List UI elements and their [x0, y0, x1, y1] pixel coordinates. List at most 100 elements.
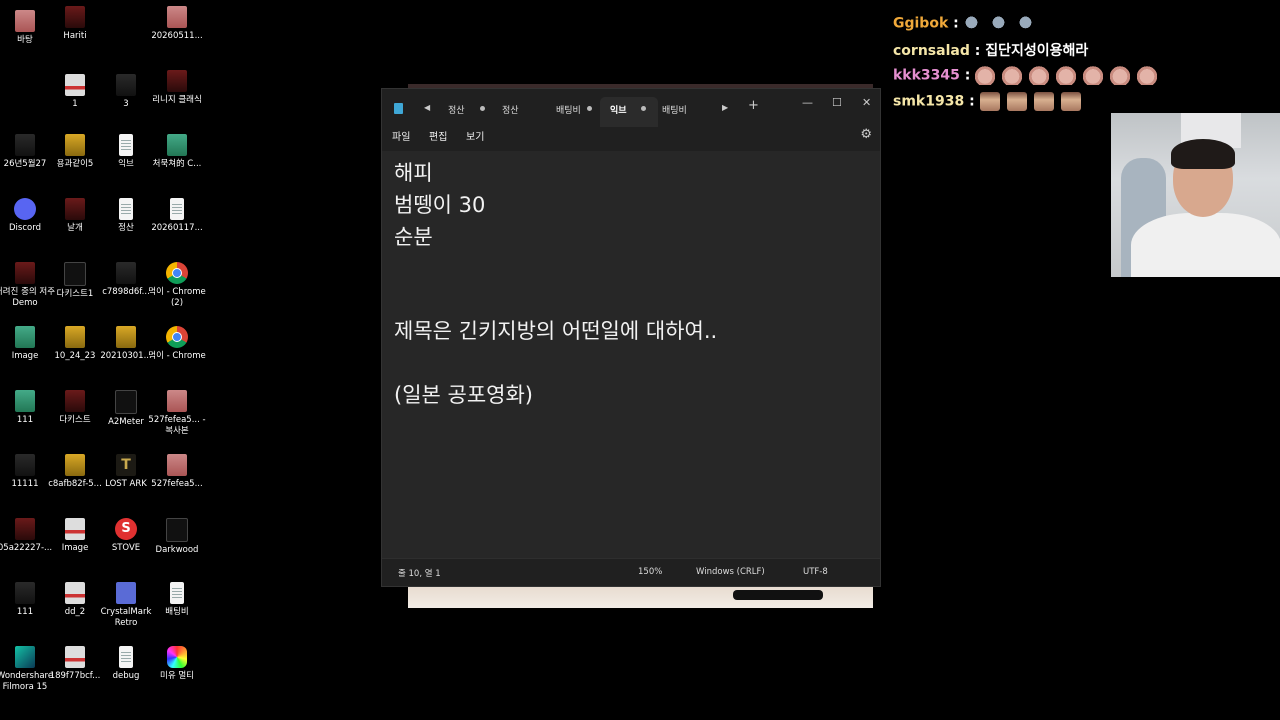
text-file-icon: [170, 582, 184, 604]
desktop-icon[interactable]: 미유 멀티: [145, 646, 209, 682]
image-icon: [64, 262, 86, 286]
cat-emote-icon: [1137, 66, 1158, 85]
face-emote-icon: [1060, 92, 1081, 111]
desktop-icon-label: 20260511...: [151, 31, 203, 41]
cat-emote-icon: [975, 66, 996, 85]
text-line: 범뗑이 30: [394, 193, 486, 217]
chat-message: cornsalad : 집단지성이용해라: [893, 40, 1088, 60]
text-file-icon: [119, 646, 133, 668]
close-icon[interactable]: ✕: [862, 96, 871, 109]
tab-2[interactable]: 정산: [502, 103, 519, 116]
bird-emote-icon: [960, 11, 987, 36]
image-icon: [65, 518, 85, 540]
tab-5[interactable]: 배팅비: [662, 103, 687, 116]
notepad-app-icon: [394, 103, 403, 114]
image-icon: [167, 390, 187, 412]
desktop-icon[interactable]: 배팅비: [145, 582, 209, 618]
chat-separator: :: [959, 67, 976, 84]
image-icon: [65, 646, 85, 668]
image-icon: [116, 326, 136, 348]
desktop-icon[interactable]: 먹이 - Chrome: [145, 326, 209, 362]
desktop-icon[interactable]: 20260117...: [145, 198, 209, 234]
image-icon: [116, 74, 136, 96]
webcam-person-hair: [1171, 139, 1235, 169]
minimize-icon[interactable]: —: [802, 96, 813, 109]
desktop-icon-label: 20260117...: [151, 223, 203, 233]
bird-emote-icon: [1014, 11, 1041, 36]
tab-4-active[interactable]: 익브: [610, 103, 627, 116]
line-ending[interactable]: Windows (CRLF): [696, 567, 765, 577]
chat-message: smk1938 :: [893, 92, 1088, 111]
image-icon: [116, 262, 136, 284]
desktop-icon-label: Hariti: [63, 31, 87, 41]
active-tab-bg: [600, 97, 658, 127]
tab-bar: ◀ 정산 정산 배팅비 익브 배팅비 ▶ + — ☐ ✕: [382, 89, 880, 127]
webcam-feed: [1111, 113, 1280, 277]
scroll-tabs-right-icon[interactable]: ▶: [722, 103, 728, 112]
desktop-icon[interactable]: 527fefea5...: [145, 454, 209, 490]
status-bar: 줄 10, 열 1 150% Windows (CRLF) UTF-8: [382, 558, 880, 586]
chat-username[interactable]: cornsalad: [893, 43, 970, 59]
image-icon: [65, 74, 85, 96]
encoding[interactable]: UTF-8: [803, 567, 828, 577]
chat-username[interactable]: smk1938: [893, 94, 964, 110]
chrome-icon: [166, 326, 188, 348]
desktop-icon[interactable]: Hariti: [43, 6, 107, 42]
image-icon: [15, 134, 35, 156]
game-icon: [166, 518, 188, 542]
stove-icon: S: [115, 518, 137, 540]
unsaved-dot-icon: [587, 106, 592, 111]
app-icon: [167, 646, 187, 668]
image-icon: [65, 326, 85, 348]
image-icon: [65, 198, 85, 220]
desktop-icon-label: 리니지 클래식: [152, 95, 202, 105]
chat-message: kkk3345 :: [893, 66, 1164, 85]
desktop-icon[interactable]: 먹이 - Chrome (2): [145, 262, 209, 309]
desktop-icon[interactable]: 리니지 클래식: [145, 70, 209, 106]
chrome-icon: [166, 262, 188, 284]
lost-ark-icon: T: [116, 454, 136, 476]
text-file-icon: [170, 198, 184, 220]
app-icon: [115, 390, 137, 414]
settings-gear-icon[interactable]: ⚙: [860, 127, 872, 142]
desktop-icon-label: 먹이 - Chrome (2): [148, 287, 206, 308]
desktop-icon-label: 배팅비: [165, 607, 189, 617]
menu-view[interactable]: 보기: [466, 128, 484, 143]
text-file-icon: [119, 198, 133, 220]
new-tab-icon[interactable]: +: [748, 98, 759, 113]
app-icon: [116, 582, 136, 604]
desktop-icon-label: 미유 멀티: [160, 671, 194, 681]
cat-emote-icon: [1029, 66, 1050, 85]
chat-separator: :: [969, 43, 986, 59]
maximize-icon[interactable]: ☐: [832, 96, 842, 109]
image-icon: [15, 390, 35, 412]
desktop-icon[interactable]: 20260511...: [145, 6, 209, 42]
text-line: 해피: [394, 161, 433, 185]
image-icon: [167, 454, 187, 476]
text-line: 순분: [394, 225, 433, 249]
chat-username[interactable]: Ggibok: [893, 16, 948, 32]
discord-icon: [14, 198, 36, 220]
text-file-icon: [119, 134, 133, 156]
cursor-position: 줄 10, 열 1: [398, 569, 441, 579]
cat-emote-icon: [1002, 66, 1023, 85]
tab-1[interactable]: 정산: [448, 103, 465, 116]
unsaved-dot-icon: [641, 106, 646, 111]
image-icon: [15, 10, 35, 32]
scroll-tabs-left-icon[interactable]: ◀: [424, 103, 430, 112]
menu-edit[interactable]: 편집: [429, 128, 447, 143]
desktop-icon[interactable]: 527fefea5... - 복사본: [145, 390, 209, 437]
desktop-icon[interactable]: Darkwood: [145, 518, 209, 556]
image-icon: [167, 6, 187, 28]
desktop-icon[interactable]: 처묵쳐的 C...: [145, 134, 209, 170]
tab-3[interactable]: 배팅비: [556, 103, 581, 116]
webcam-person-body: [1131, 213, 1280, 277]
zoom-level[interactable]: 150%: [638, 567, 662, 577]
text-line: 제목은 긴키지방의 어떤일에 대하여..: [394, 319, 718, 343]
desktop-icon-label: 먹이 - Chrome: [148, 351, 206, 361]
image-icon: [65, 454, 85, 476]
chat-username[interactable]: kkk3345: [893, 68, 960, 84]
image-icon: [15, 518, 35, 540]
menu-file[interactable]: 파일: [392, 128, 410, 143]
text-editor[interactable]: 해피 범뗑이 30 순분 제목은 긴키지방의 어떤일에 대하여.. (일본 공포…: [382, 151, 880, 561]
